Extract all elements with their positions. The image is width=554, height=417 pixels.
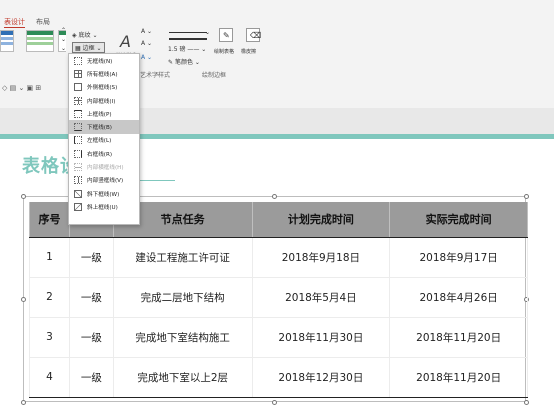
table-cell[interactable]: 完成地下室以上2层 bbox=[112, 357, 253, 398]
quick-access-toolbar[interactable]: ◇ ▤ ⌄ ▣ ⊞ bbox=[2, 84, 41, 92]
gallery-down-icon[interactable]: ⌄ bbox=[61, 36, 66, 43]
pen-style-line-icon bbox=[169, 38, 207, 40]
table-cell[interactable]: 2018年12月30日 bbox=[251, 357, 391, 398]
resize-handle-bottom-right[interactable] bbox=[524, 400, 529, 405]
table-row: 1 一级 建设工程施工许可证 2018年9月18日 2018年9月17日 bbox=[29, 237, 528, 278]
diagonal-down-border-icon bbox=[74, 189, 82, 198]
table-cell[interactable]: 完成地下室结构施工 bbox=[112, 317, 253, 358]
app-window: { "ribbon": { "tabs": [ {"label": "表设计",… bbox=[0, 0, 554, 417]
table-cell[interactable]: 完成二层地下结构 bbox=[112, 277, 253, 318]
table-row: 3 一级 完成地下室结构施工 2018年11月30日 2018年11月20日 bbox=[29, 317, 528, 358]
table-row: 4 一级 完成地下室以上2层 2018年12月30日 2018年11月20日 bbox=[29, 357, 528, 398]
eraser-icon[interactable]: ⌫ bbox=[246, 28, 261, 42]
menu-item-inside-vertical-border[interactable]: 内部竖框线(V) bbox=[69, 174, 139, 187]
border-right-icon bbox=[74, 149, 82, 158]
table-cell[interactable]: 2018年11月20日 bbox=[389, 317, 528, 358]
table-cell[interactable]: 2018年11月20日 bbox=[389, 357, 528, 398]
border-left-icon bbox=[74, 136, 82, 145]
header-cell-planned-date[interactable]: 计划完成时间 bbox=[251, 202, 391, 238]
table-cell[interactable]: 3 bbox=[29, 317, 70, 358]
table-cell[interactable]: 2018年9月18日 bbox=[251, 237, 391, 278]
table-style-thumb-2[interactable] bbox=[26, 30, 54, 52]
eraser-label: 橡皮擦 bbox=[241, 49, 257, 55]
table-cell[interactable]: 一级 bbox=[68, 357, 114, 398]
table-cell[interactable]: 一级 bbox=[68, 237, 114, 278]
draw-table-label: 绘制表格 bbox=[214, 49, 235, 55]
pen-style-dropdown-icon[interactable]: ⌄ bbox=[205, 29, 210, 36]
menu-item-all-borders[interactable]: 所有框线(A) bbox=[69, 67, 139, 80]
menu-item-inside-borders[interactable]: 内部框线(I) bbox=[69, 94, 139, 107]
resize-handle-top[interactable] bbox=[272, 194, 277, 199]
text-effects-icon[interactable]: A ⌄ bbox=[141, 54, 152, 61]
wordart-dialog-launcher-icon[interactable]: ⌞ bbox=[156, 69, 159, 76]
menu-item-no-border[interactable]: 无框线(N) bbox=[69, 54, 139, 67]
menu-item-outside-borders[interactable]: 外侧框线(S) bbox=[69, 81, 139, 94]
border-top-icon bbox=[74, 109, 82, 118]
border-inside-vertical-icon bbox=[74, 176, 82, 185]
table-style-thumb-1[interactable] bbox=[0, 30, 14, 52]
pen-style-line-icon bbox=[169, 32, 207, 33]
gallery-more-icon[interactable]: ⌄ bbox=[61, 45, 66, 52]
border-outside-icon bbox=[74, 83, 82, 92]
table-row: 2 一级 完成二层地下结构 2018年5月4日 2018年4月26日 bbox=[29, 277, 528, 318]
menu-item-right-border[interactable]: 右框线(R) bbox=[69, 147, 139, 160]
menu-item-top-border[interactable]: 上框线(P) bbox=[69, 107, 139, 120]
table-cell[interactable]: 一级 bbox=[68, 277, 114, 318]
table-cell[interactable]: 2018年11月30日 bbox=[251, 317, 391, 358]
shading-button[interactable]: ◈ 底纹 ⌄ bbox=[72, 30, 98, 39]
borders-button[interactable]: ▦ 边框 ⌄ bbox=[72, 42, 105, 53]
schedule-table[interactable]: 序号 节点任务 计划完成时间 实际完成时间 1 一级 建设工程施工许可证 201… bbox=[29, 202, 528, 398]
table-cell[interactable]: 1 bbox=[29, 237, 70, 278]
draw-table-icon[interactable]: ✎ bbox=[219, 28, 233, 42]
paint-bucket-icon: ◈ bbox=[72, 32, 77, 39]
draw-borders-group-label: 绘制边框 bbox=[202, 72, 227, 79]
table-cell[interactable]: 建设工程施工许可证 bbox=[112, 237, 253, 278]
resize-handle-top-right[interactable] bbox=[524, 194, 529, 199]
wordart-group-label: 艺术字样式 bbox=[140, 72, 171, 79]
border-inside-horizontal-icon bbox=[74, 163, 82, 172]
table-cell[interactable]: 一级 bbox=[68, 317, 114, 358]
borders-dropdown-menu: 无框线(N) 所有框线(A) 外侧框线(S) 内部框线(I) 上框线(P) 下框… bbox=[68, 53, 140, 225]
table-cell[interactable]: 4 bbox=[29, 357, 70, 398]
table-cell[interactable]: 2018年5月4日 bbox=[251, 277, 391, 318]
table-cell[interactable]: 2018年9月17日 bbox=[389, 237, 528, 278]
pen-weight-select[interactable]: 1.5 磅 —— ⌄ bbox=[168, 44, 206, 53]
wordart-quick-style-icon[interactable]: A bbox=[120, 32, 131, 51]
table-cell[interactable]: 2018年4月26日 bbox=[389, 277, 528, 318]
border-all-icon bbox=[74, 69, 82, 78]
diagonal-up-border-icon bbox=[74, 202, 82, 211]
menu-item-left-border[interactable]: 左框线(L) bbox=[69, 134, 139, 147]
tab-table-design[interactable]: 表设计 bbox=[4, 17, 25, 28]
border-none-icon bbox=[74, 56, 82, 65]
table-cell[interactable]: 2 bbox=[29, 277, 70, 318]
text-outline-icon[interactable]: A ⌄ bbox=[141, 40, 152, 47]
menu-item-inside-horizontal-border: 内部横框线(H) bbox=[69, 160, 139, 173]
header-cell-index[interactable]: 序号 bbox=[29, 202, 70, 238]
border-grid-icon: ▦ bbox=[75, 45, 81, 52]
border-inside-icon bbox=[74, 96, 82, 105]
resize-handle-bottom-left[interactable] bbox=[21, 400, 26, 405]
gallery-up-icon[interactable]: ⌃ bbox=[61, 27, 66, 34]
menu-item-diagonal-up-border[interactable]: 斜上框线(U) bbox=[69, 200, 139, 213]
menu-item-bottom-border[interactable]: 下框线(B) bbox=[69, 120, 139, 134]
resize-handle-bottom[interactable] bbox=[272, 400, 277, 405]
border-bottom-icon bbox=[74, 123, 82, 132]
pen-color-button[interactable]: ✎ 笔颜色 ⌄ bbox=[168, 57, 200, 66]
header-cell-actual-date[interactable]: 实际完成时间 bbox=[389, 202, 528, 238]
resize-handle-top-left[interactable] bbox=[21, 194, 26, 199]
text-fill-icon[interactable]: A ⌄ bbox=[141, 28, 152, 35]
menu-item-diagonal-down-border[interactable]: 斜下框线(W) bbox=[69, 187, 139, 200]
resize-handle-left[interactable] bbox=[21, 297, 26, 302]
tab-layout[interactable]: 布局 bbox=[36, 17, 50, 27]
pen-color-icon: ✎ bbox=[168, 59, 174, 66]
